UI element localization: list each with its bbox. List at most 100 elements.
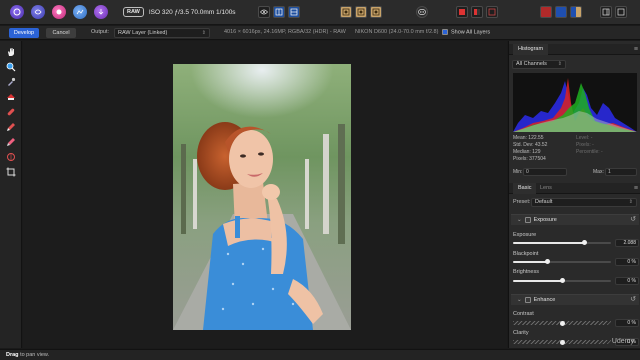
overlay-gradient-tool-icon[interactable] [4,151,18,163]
panel-toggle-icon[interactable] [600,6,612,18]
assistant-glyph [418,9,426,15]
reset-icon[interactable]: ↺ [630,215,636,225]
output-label: Output: [91,29,110,35]
clarity-slider[interactable] [513,339,611,345]
white-balance-tool-icon[interactable] [4,76,18,88]
channels-select[interactable]: All Channels ⇕ [512,60,566,69]
exposure-value[interactable]: 2.088 [615,239,639,247]
clarity-slider-knob[interactable] [560,339,565,345]
status-action: Drag [6,352,19,358]
chevron-updown-icon: ⇕ [628,199,633,205]
panel-menu-icon[interactable]: ≡ [634,184,638,193]
overlay-paint-tool-icon[interactable] [4,121,18,133]
enhance-section-header[interactable]: ⌄ Enhance ↺ [511,294,639,305]
mode-mixed-icon[interactable] [570,6,582,18]
crop-tool-icon[interactable] [4,166,18,178]
overlay-graduated-icon[interactable] [340,6,352,18]
output-select[interactable]: RAW Layer (Linked) ⇕ [114,28,210,38]
top-toolbar: RAW ISO 320 ƒ/3.5 70.0mm 1/100s [0,0,640,25]
portrait-photo[interactable] [173,64,351,330]
camera-info: NIKON D600 (24.0-70.0 mm f/2.8) [355,29,439,35]
chevron-down-icon[interactable]: ⌄ [517,297,522,303]
blemish-tool-icon[interactable] [4,106,18,118]
cancel-button[interactable]: Cancel [46,28,76,38]
chevron-down-icon[interactable]: ⌄ [517,217,522,223]
tab-basic[interactable]: Basic [513,183,537,194]
output-select-value: RAW Layer (Linked) [118,30,168,36]
overlay-graduated-glyph [342,8,350,16]
tone-mapping-persona-icon[interactable] [73,5,87,19]
exposure-label: Exposure [513,232,537,238]
exposure-section-header[interactable]: ⌄ Exposure ↺ [511,214,639,225]
hand-tool-icon[interactable] [4,46,18,58]
stat-pixels-selection: Pixels: - [576,142,594,148]
exposure-slider-knob[interactable] [581,240,587,245]
canvas-area[interactable] [23,41,507,348]
overlay-tools-group [340,6,382,18]
right-panel: Histogram ≡ All Channels ⇕ Mean: 122.55 … [508,41,640,348]
contrast-value[interactable]: 0 % [615,319,639,327]
brush-glyph [7,123,15,131]
magnifier-glyph [6,62,16,72]
panel-menu-icon[interactable]: ≡ [634,45,638,54]
clip-highlights-icon[interactable] [456,6,468,18]
photo-persona-icon[interactable] [10,5,24,19]
zoom-tool-icon[interactable] [4,61,18,73]
clip-tones-glyph [488,8,496,16]
blackpoint-slider-knob[interactable] [545,259,551,264]
mirror-view-icon[interactable] [288,6,300,18]
clip-highlights-glyph [459,9,465,15]
overlay-paint-icon[interactable] [355,6,367,18]
eye-icon[interactable] [258,6,270,18]
exposure-slider[interactable] [513,240,611,245]
contrast-label: Contrast [513,311,534,317]
tools-panel [0,41,22,348]
mode-red-icon[interactable] [540,6,552,18]
split-view-glyph [275,8,283,16]
brightness-slider[interactable] [513,278,611,283]
max-field[interactable]: 1 [605,168,637,176]
checkbox-icon[interactable] [442,29,448,35]
show-all-layers-toggle[interactable]: Show All Layers [442,29,490,35]
develop-button[interactable]: Develop [9,28,39,38]
fullscreen-icon[interactable] [615,6,627,18]
export-persona-icon[interactable] [94,5,108,19]
clarity-label: Clarity [513,330,529,336]
split-view-icon[interactable] [273,6,285,18]
window-tools-group [600,6,627,18]
preset-select[interactable]: Default ⇕ [531,198,637,207]
liquify-persona-icon[interactable] [31,5,45,19]
blackpoint-slider-fill [513,261,548,263]
tab-histogram[interactable]: Histogram [513,44,549,55]
max-value: 1 [608,169,611,175]
histogram-curves [513,78,637,132]
tab-lens[interactable]: Lens [535,183,557,194]
exposure-enable-checkbox[interactable] [524,216,531,223]
clipping-tools-group [456,6,498,18]
chevron-updown-icon: ⇕ [557,61,562,67]
overlay-erase-tool-icon[interactable] [4,136,18,148]
status-text: to pan view. [20,352,50,358]
assistant-group [416,6,428,18]
red-eye-tool-icon[interactable] [4,91,18,103]
overlay-gradient-glyph [372,8,380,16]
photo-persona-glyph [13,8,21,16]
blackpoint-value[interactable]: 0 % [615,258,639,266]
clip-shadows-icon[interactable] [471,6,483,18]
assistant-icon[interactable] [416,6,428,18]
contrast-slider[interactable] [513,320,611,326]
clip-tones-icon[interactable] [486,6,498,18]
adjust-tab-bar: Basic Lens ≡ [509,183,640,194]
brightness-value[interactable]: 0 % [615,277,639,285]
bandage-glyph [7,108,15,116]
mode-blue-icon[interactable] [555,6,567,18]
blackpoint-slider[interactable] [513,259,611,264]
min-field[interactable]: 0 [523,168,567,176]
reset-icon[interactable]: ↺ [630,295,636,305]
enhance-enable-checkbox[interactable] [524,296,531,303]
overlay-gradient-icon[interactable] [370,6,382,18]
develop-persona-icon[interactable] [52,5,66,19]
contrast-slider-knob[interactable] [560,320,565,326]
mode-toggles-group [540,6,582,18]
brightness-slider-knob[interactable] [560,278,565,283]
